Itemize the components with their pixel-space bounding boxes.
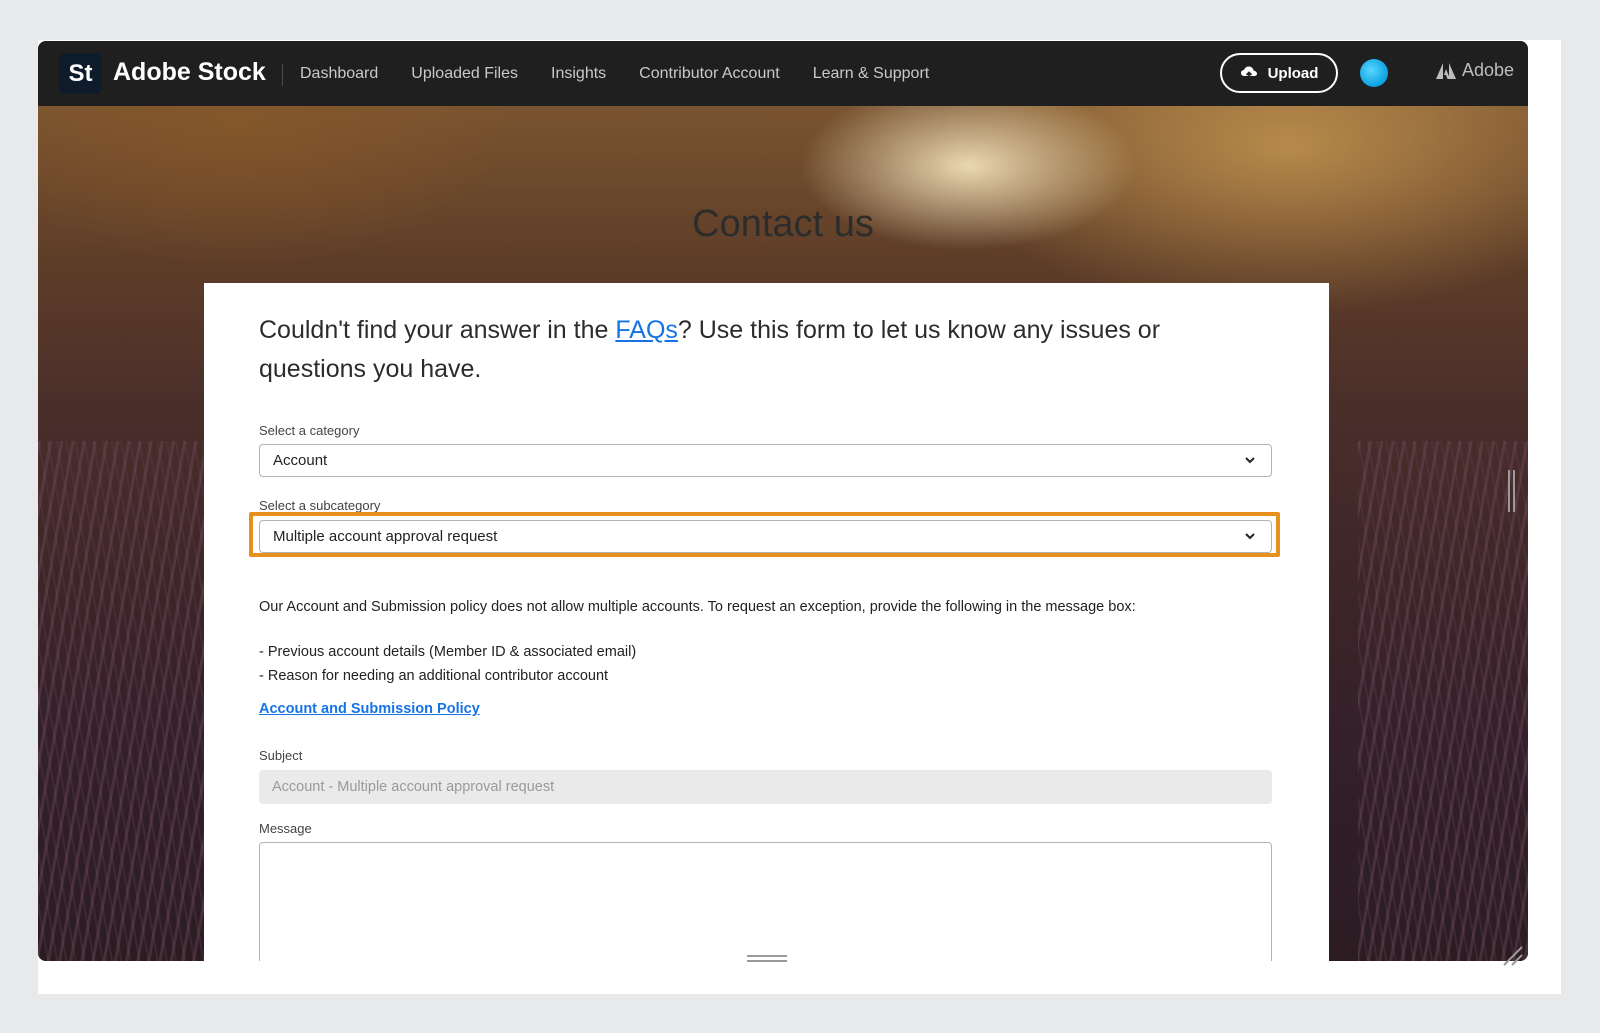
chevron-down-icon: [1245, 457, 1255, 464]
category-value: Account: [273, 452, 328, 469]
message-label: Message: [259, 821, 312, 836]
chevron-down-icon: [1245, 533, 1255, 540]
grass-right-decoration: [1358, 441, 1528, 961]
category-label: Select a category: [259, 423, 360, 438]
faqs-link[interactable]: FAQs: [615, 316, 678, 344]
adobe-home-link[interactable]: Adobe: [1436, 60, 1514, 81]
top-navigation-bar: St Adobe Stock Dashboard Uploaded Files …: [38, 41, 1528, 106]
bullet-item: - Reason for needing an additional contr…: [259, 668, 609, 684]
brand-divider: [282, 64, 283, 86]
side-resize-handle[interactable]: [1508, 470, 1516, 512]
subject-field[interactable]: Account - Multiple account approval requ…: [259, 770, 1272, 804]
policy-link[interactable]: Account and Submission Policy: [259, 701, 480, 717]
adobe-stock-logo[interactable]: St: [59, 53, 102, 94]
hero-background: Contact us Couldn't find your answer in …: [38, 106, 1528, 961]
cloud-upload-icon: [1240, 66, 1257, 80]
nav-item-contributor-account[interactable]: Contributor Account: [639, 65, 780, 83]
upload-label: Upload: [1267, 64, 1319, 82]
adobe-label: Adobe: [1462, 60, 1515, 80]
bullet-item: - Previous account details (Member ID & …: [259, 644, 637, 660]
policy-description: Our Account and Submission policy does n…: [259, 599, 1136, 615]
contact-form-card: Couldn't find your answer in the FAQs? U…: [204, 283, 1329, 961]
main-nav: Dashboard Uploaded Files Insights Contri…: [300, 41, 962, 106]
app-window: Contact us Couldn't find your answer in …: [38, 41, 1528, 961]
brand-name[interactable]: Adobe Stock: [113, 58, 266, 87]
nav-item-learn-support[interactable]: Learn & Support: [813, 65, 930, 83]
nav-item-uploaded-files[interactable]: Uploaded Files: [411, 65, 518, 83]
subcategory-label: Select a subcategory: [259, 498, 381, 513]
subject-label: Subject: [259, 748, 303, 763]
category-select[interactable]: Account: [259, 444, 1272, 477]
grass-left-decoration: [38, 441, 208, 961]
intro-text: Couldn't find your answer in the FAQs? U…: [259, 311, 1269, 389]
resize-corner-icon[interactable]: [1502, 945, 1524, 967]
upload-button[interactable]: Upload: [1220, 53, 1338, 93]
page-title: Contact us: [692, 203, 874, 245]
avatar[interactable]: [1360, 59, 1388, 87]
bottom-resize-handle[interactable]: [747, 954, 787, 964]
nav-item-dashboard[interactable]: Dashboard: [300, 65, 378, 83]
subcategory-select[interactable]: Multiple account approval request: [259, 520, 1272, 553]
message-textarea[interactable]: [259, 842, 1272, 961]
subcategory-value: Multiple account approval request: [273, 528, 498, 545]
nav-item-insights[interactable]: Insights: [551, 65, 606, 83]
intro-before: Couldn't find your answer in the: [259, 316, 616, 344]
adobe-logo-icon: [1436, 62, 1456, 79]
